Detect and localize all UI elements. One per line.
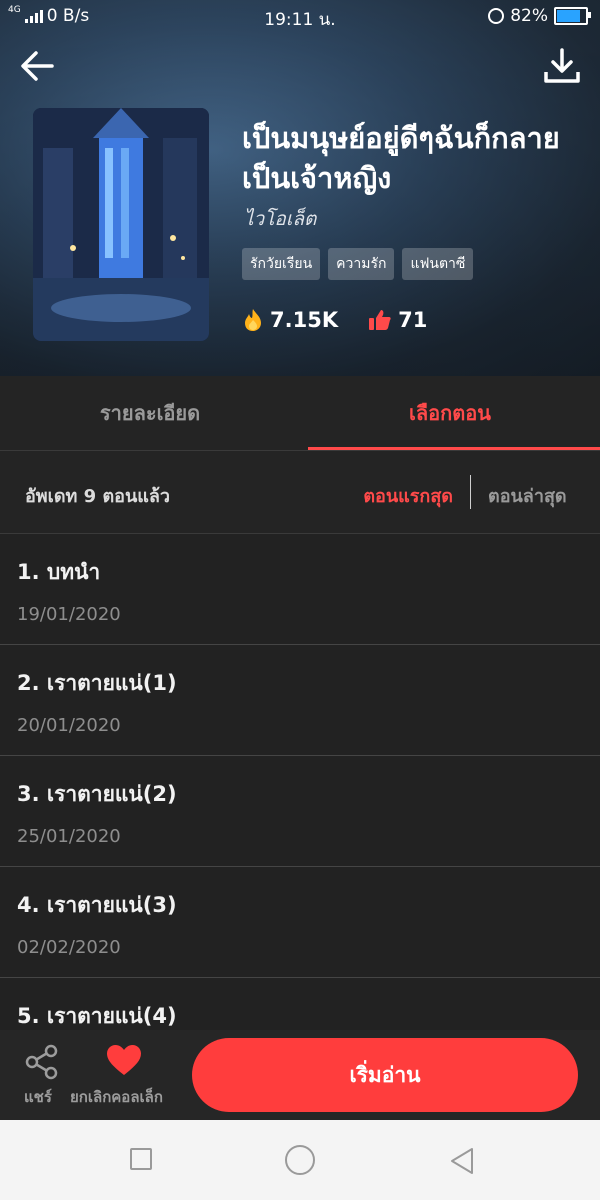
update-count: อัพเดท 9 ตอนแล้ว [25, 486, 170, 507]
episode-sort-row: อัพเดท 9 ตอนแล้ว ตอนแรกสุด ตอนล่าสุด [0, 451, 600, 534]
back-button[interactable] [18, 46, 58, 86]
list-item[interactable]: 3. เราตายแน่(2) 25/01/2020 [0, 756, 600, 867]
thumbs-up-icon [369, 310, 391, 330]
battery-percent: 82% [510, 6, 548, 26]
battery-icon [554, 7, 591, 25]
book-stats: 7.15K 71 [242, 308, 427, 332]
tag-list: รักวัยเรียน ความรัก แฟนตาซี [242, 248, 474, 280]
sort-first-button[interactable]: ตอนแรกสุด [363, 481, 453, 510]
start-reading-button[interactable]: เริ่มอ่าน [192, 1038, 578, 1112]
episode-list: 1. บทนำ 19/01/2020 2. เราตายแน่(1) 20/01… [0, 534, 600, 1030]
sort-latest-button[interactable]: ตอนล่าสุด [488, 481, 567, 510]
episode-date: 02/02/2020 [17, 937, 121, 958]
home-icon[interactable] [285, 1145, 315, 1175]
tag-romance[interactable]: ความรัก [328, 248, 395, 280]
views-stat: 7.15K [242, 308, 338, 332]
status-right: 82% [488, 6, 591, 26]
list-item[interactable]: 1. บทนำ 19/01/2020 [0, 534, 600, 645]
arrow-left-icon [21, 51, 54, 81]
flame-icon [245, 309, 261, 331]
rotation-lock-icon [488, 8, 505, 24]
bottom-action-bar: แชร์ ยกเลิกคอลเล็ก เริ่มอ่าน [0, 1030, 600, 1120]
recent-apps-icon[interactable] [130, 1148, 152, 1170]
share-icon [25, 1044, 58, 1080]
tab-episodes[interactable]: เลือกตอน [300, 376, 600, 450]
episode-title: 5. เราตายแน่(4) [17, 1004, 177, 1028]
episode-title: 3. เราตายแน่(2) [17, 782, 177, 806]
likes-stat: 71 [368, 308, 427, 332]
episode-date: 20/01/2020 [17, 715, 121, 736]
book-title: เป็นมนุษย์อยู่ดีๆฉันก็กลายเป็นเจ้าหญิง [242, 121, 560, 195]
share-button[interactable] [22, 1044, 62, 1084]
status-bar: 4G 0 B/s 19:11 น. 82% [0, 0, 600, 32]
book-cover[interactable] [33, 108, 209, 341]
tab-bar: รายละเอียด เลือกตอน [0, 376, 600, 451]
episode-title: 1. บทนำ [17, 560, 101, 584]
views-count: 7.15K [270, 308, 339, 332]
sort-divider [470, 475, 471, 509]
uncollect-label[interactable]: ยกเลิกคอลเล็ก [70, 1085, 163, 1109]
system-nav-bar [0, 1120, 600, 1200]
share-label[interactable]: แชร์ [24, 1085, 52, 1109]
episode-title: 2. เราตายแน่(1) [17, 671, 177, 695]
episode-date: 19/01/2020 [17, 604, 121, 625]
tag-school-romance[interactable]: รักวัยเรียน [242, 248, 321, 280]
download-icon [544, 48, 580, 83]
download-button[interactable] [542, 46, 582, 86]
list-item[interactable]: 4. เราตายแน่(3) 02/02/2020 [0, 867, 600, 978]
nav-back-icon[interactable] [448, 1146, 476, 1176]
list-item[interactable]: 5. เราตายแน่(4) [0, 978, 600, 1030]
book-header: 4G 0 B/s 19:11 น. 82% เป็นมนุษย์อยู่ดีๆฉ… [0, 0, 600, 376]
heart-icon [107, 1045, 141, 1075]
list-item[interactable]: 2. เราตายแน่(1) 20/01/2020 [0, 645, 600, 756]
cover-illustration [33, 108, 209, 341]
uncollect-button[interactable] [106, 1044, 142, 1080]
tag-fantasy[interactable]: แฟนตาซี [402, 248, 474, 280]
likes-count: 71 [398, 308, 428, 332]
episode-title: 4. เราตายแน่(3) [17, 893, 177, 917]
tab-details[interactable]: รายละเอียด [0, 376, 300, 450]
book-author[interactable]: ไวโอเล็ต [244, 204, 316, 234]
episode-date: 25/01/2020 [17, 826, 121, 847]
